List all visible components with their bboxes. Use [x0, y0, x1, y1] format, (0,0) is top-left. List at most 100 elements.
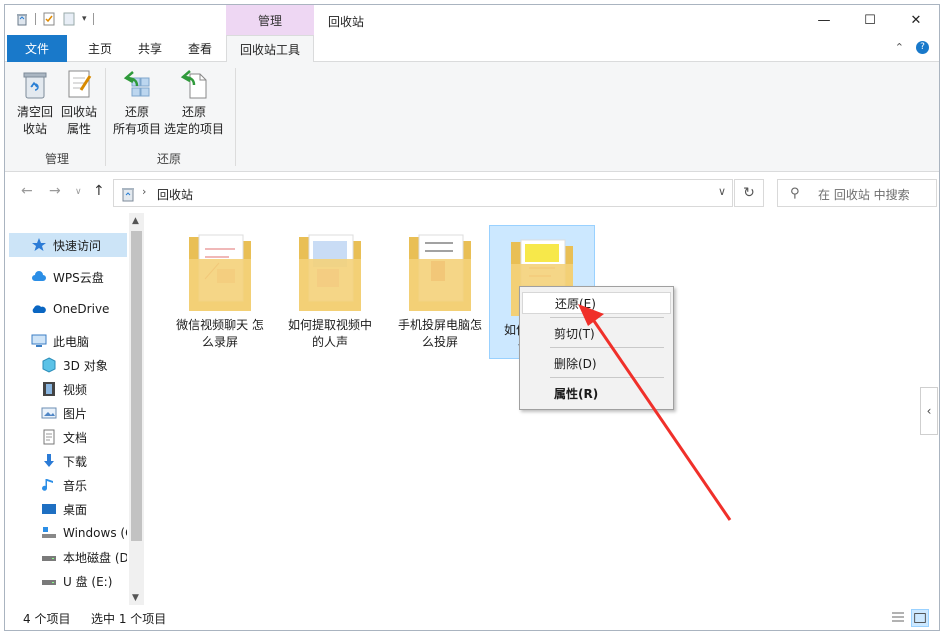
help-icon[interactable]: ? [916, 41, 929, 54]
tab-recycle-bin-tools[interactable]: 回收站工具 [226, 35, 314, 63]
sidebar-item-label: 音乐 [63, 478, 88, 493]
sidebar-item-documents[interactable]: 文档 [9, 425, 127, 449]
menu-item-restore[interactable]: 还原(E) [522, 292, 671, 314]
restore-all-label-2: 所有项目 [112, 122, 161, 136]
forward-arrow-icon[interactable]: → [49, 183, 61, 199]
menu-separator [550, 317, 664, 318]
ribbon-tabs: 文件 主页 共享 查看 回收站工具 [5, 35, 939, 63]
qat-separator [92, 13, 94, 25]
sidebar-item-this-pc[interactable]: 此电脑 [9, 329, 127, 353]
qat-separator [35, 13, 36, 25]
navigation-pane: 快速访问 WPS云盘 OneDrive 此电脑 3D 对象 视频 图片 文档 下… [5, 213, 145, 605]
bin-properties-button[interactable]: 回收站 属性 [57, 68, 101, 138]
restore-selected-label-1: 还原 [181, 105, 206, 119]
properties-icon [68, 70, 92, 98]
address-bar[interactable]: › 回收站 ∨ [113, 179, 733, 207]
back-arrow-icon[interactable]: ← [21, 183, 33, 199]
explorer-window: ▾ 管理 回收站 — ☐ ✕ 文件 主页 共享 查看 回收站工具 ⌃ ? 清空回 [4, 4, 940, 631]
recycle-bin-icon [23, 72, 47, 99]
sidebar-item-local-disk-d[interactable]: 本地磁盘 (D [9, 545, 127, 569]
context-menu: 还原(E) 剪切(T) 删除(D) 属性(R) [519, 286, 674, 410]
tab-share[interactable]: 共享 [125, 35, 175, 62]
recycle-bin-small-icon[interactable] [15, 12, 29, 26]
file-item[interactable]: 手机投屏电脑怎 么投屏 [387, 221, 493, 355]
group-label-restore: 还原 [157, 152, 182, 166]
minimize-button[interactable]: — [801, 5, 847, 35]
document-icon [43, 429, 55, 445]
sidebar-item-music[interactable]: 音乐 [9, 473, 127, 497]
window-title: 回收站 [328, 15, 365, 29]
search-input[interactable]: ⚲ 在 回收站 中搜索 [777, 179, 937, 207]
ribbon-right-controls: ⌃ ? [895, 41, 929, 54]
download-arrow-icon [44, 454, 54, 467]
menu-separator [550, 377, 664, 378]
scroll-up-icon[interactable]: ▲ [132, 216, 139, 226]
maximize-button[interactable]: ☐ [847, 5, 893, 35]
qat-dropdown-icon[interactable]: ▾ [82, 14, 87, 24]
menu-item-delete[interactable]: 删除(D) [522, 352, 671, 374]
menu-item-cut[interactable]: 剪切(T) [522, 322, 671, 344]
sidebar-item-label: 3D 对象 [63, 358, 108, 373]
breadcrumb-chevron-icon[interactable]: › [142, 185, 146, 198]
tab-home[interactable]: 主页 [75, 35, 125, 62]
navigation-bar: ← → ∨ ↑ › 回收站 ∨ ↻ ⚲ 在 回收站 中搜索 [5, 177, 939, 209]
sidebar-item-pictures[interactable]: 图片 [9, 401, 127, 425]
restore-selected-icon [180, 70, 207, 99]
menu-item-properties[interactable]: 属性(R) [522, 382, 671, 404]
tab-file[interactable]: 文件 [7, 35, 67, 62]
sidebar-item-downloads[interactable]: 下载 [9, 449, 127, 473]
file-item[interactable]: 微信视频聊天 怎么录屏 [167, 221, 273, 355]
scroll-down-icon[interactable]: ▼ [132, 593, 139, 603]
selected-count: 选中 1 个项目 [91, 612, 167, 626]
sidebar-item-videos[interactable]: 视频 [9, 377, 127, 401]
folder-icon [409, 234, 471, 311]
details-view-icon[interactable] [889, 609, 907, 627]
manage-context-header: 管理 [226, 5, 314, 35]
collapse-ribbon-icon[interactable]: ⌃ [895, 41, 904, 54]
properties-label-2: 属性 [66, 122, 91, 136]
up-arrow-icon[interactable]: ↑ [93, 183, 105, 199]
recent-locations-icon[interactable]: ∨ [75, 187, 82, 197]
large-icons-view-icon[interactable] [911, 609, 929, 627]
sidebar-item-quick-access[interactable]: 快速访问 [9, 233, 127, 257]
refresh-button[interactable]: ↻ [734, 179, 764, 207]
properties-check-icon[interactable] [42, 12, 56, 26]
sidebar-item-wps-cloud[interactable]: WPS云盘 [9, 265, 127, 289]
empty-recycle-bin-button[interactable]: 清空回 收站 [13, 68, 57, 138]
navigation-scrollbar[interactable]: ▲ ▼ [129, 213, 144, 605]
restore-selected-button[interactable]: 还原 选定的项目 [163, 68, 225, 138]
empty-bin-label-1: 清空回 [16, 105, 53, 119]
preview-pane-toggle[interactable]: ‹ [920, 387, 938, 435]
sidebar-item-windows-c[interactable]: Windows (C [9, 521, 127, 545]
restore-selected-label-2: 选定的项目 [163, 122, 224, 136]
refresh-icon: ↻ [743, 185, 755, 201]
new-folder-icon[interactable] [62, 12, 76, 26]
search-placeholder: 在 回收站 中搜索 [818, 188, 910, 202]
star-icon [32, 238, 46, 251]
computer-icon [31, 334, 47, 347]
sidebar-item-label: WPS云盘 [53, 270, 104, 285]
file-item[interactable]: 如何提取视频中 的人声 [277, 221, 383, 355]
hard-drive-icon [42, 556, 56, 561]
breadcrumb[interactable]: 回收站 [157, 186, 193, 203]
status-bar: 4 个项目 选中 1 个项目 [5, 605, 939, 630]
close-button[interactable]: ✕ [893, 5, 939, 35]
music-note-icon [42, 479, 53, 491]
file-name: 如何提取视频中 的人声 [287, 318, 372, 349]
sidebar-item-usb-e[interactable]: U 盘 (E:) [9, 569, 127, 593]
restore-all-button[interactable]: 还原 所有项目 [109, 68, 165, 138]
ribbon-panel: 清空回 收站 回收站 属性 管理 还原 所有项目 还原 选定的项目 还原 [5, 62, 939, 172]
chevron-down-icon[interactable]: ∨ [718, 185, 726, 198]
film-icon [43, 382, 55, 396]
tab-view[interactable]: 查看 [175, 35, 225, 62]
scrollbar-thumb[interactable] [131, 231, 142, 541]
restore-all-label-1: 还原 [124, 105, 149, 119]
sidebar-item-3d-objects[interactable]: 3D 对象 [9, 353, 127, 377]
title-bar: ▾ 管理 回收站 — ☐ ✕ [5, 5, 939, 35]
file-name: 微信视频聊天 怎么录屏 [176, 318, 264, 349]
sidebar-item-desktop[interactable]: 桌面 [9, 497, 127, 521]
group-separator [105, 68, 106, 166]
sidebar-item-label: 桌面 [63, 502, 88, 517]
sidebar-item-onedrive[interactable]: OneDrive [9, 297, 127, 321]
sidebar-item-label: 下载 [63, 454, 88, 469]
